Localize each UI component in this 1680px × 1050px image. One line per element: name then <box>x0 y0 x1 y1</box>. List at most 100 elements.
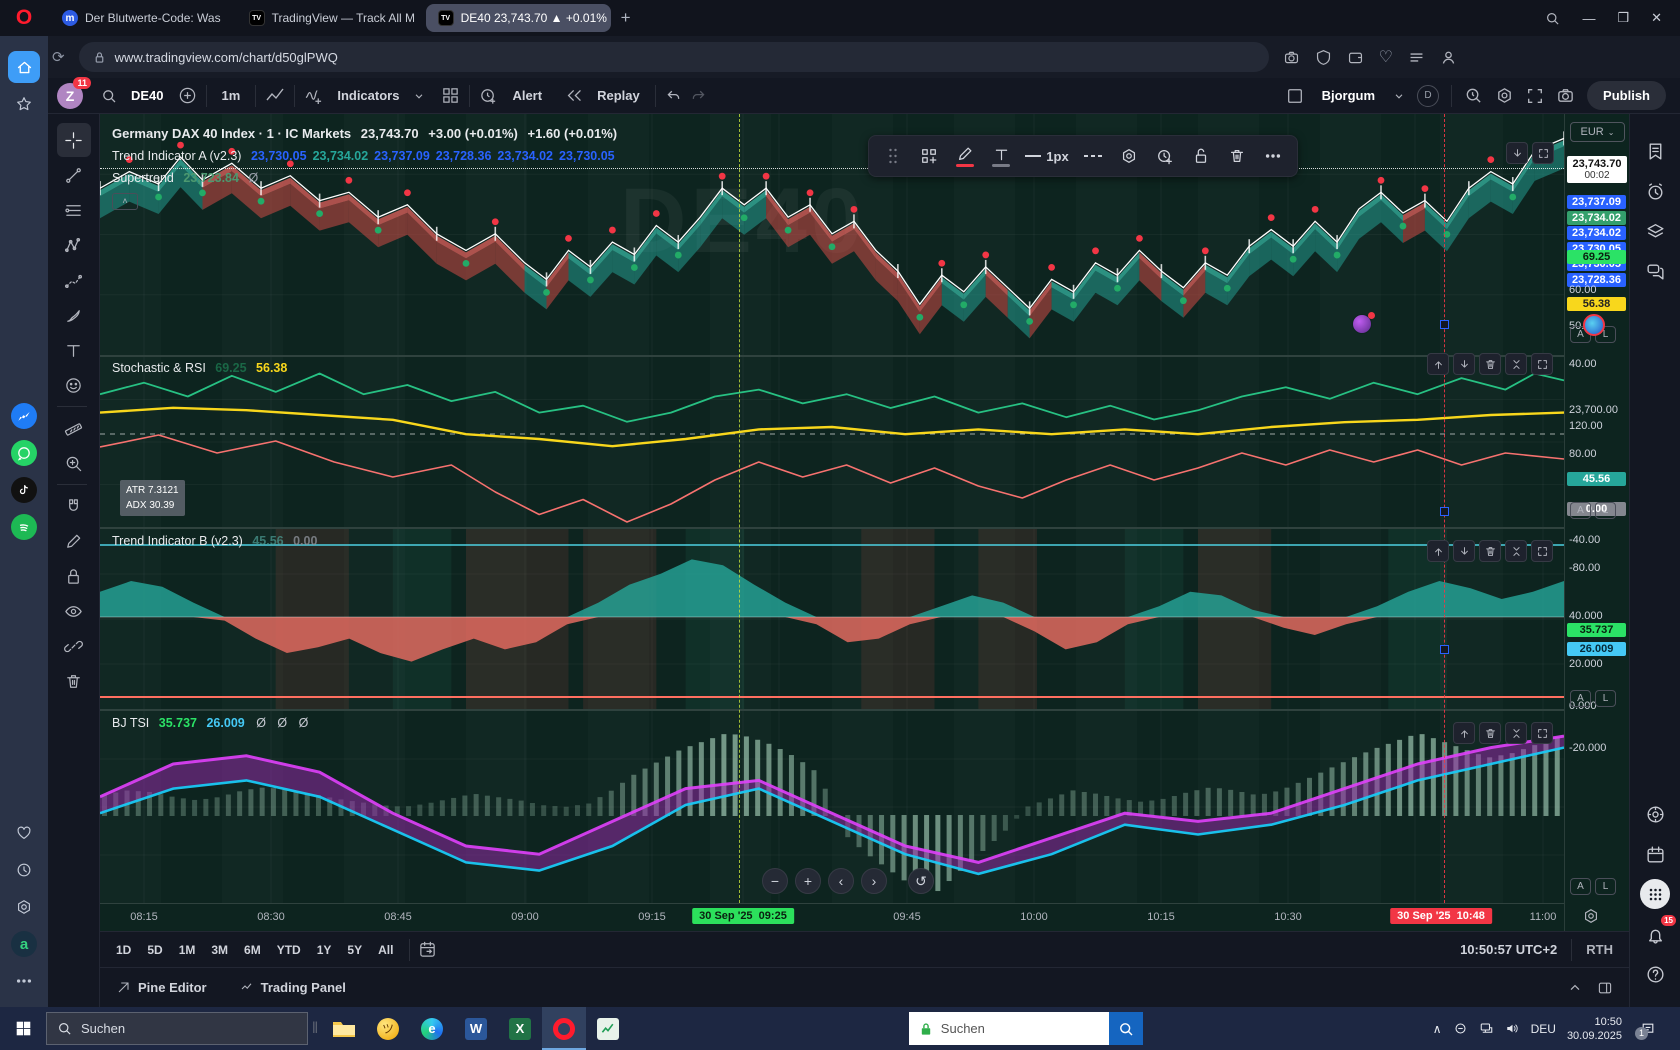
interval-button[interactable]: 1m <box>216 84 247 107</box>
pane-max-button[interactable] <box>1531 722 1553 744</box>
layout-icon[interactable] <box>1286 87 1304 105</box>
excel-icon[interactable]: X <box>498 1007 542 1050</box>
zoom-out-button[interactable]: − <box>762 868 788 894</box>
panel-layout-icon[interactable] <box>1597 980 1613 996</box>
pencil-color-swatch[interactable] <box>956 164 974 167</box>
chart-area[interactable]: DE40 Germany DAX 40 Index · 1 · IC Marke… <box>100 114 1629 931</box>
replay-button[interactable]: Replay <box>591 84 646 107</box>
url-field[interactable]: www.tradingview.com/chart/d50glPWQ <box>79 42 1269 72</box>
heart-icon[interactable] <box>8 817 40 849</box>
explorer-icon[interactable] <box>322 1007 366 1050</box>
replay-handle[interactable] <box>1440 645 1449 654</box>
indicator-a-legend[interactable]: Trend Indicator A (v2.3) 23,730.0523,734… <box>112 149 615 163</box>
chart-style-icon[interactable] <box>265 86 285 106</box>
pane-down-button[interactable] <box>1453 353 1475 375</box>
text-color-swatch[interactable] <box>992 164 1010 167</box>
symbol-button[interactable]: DE40 <box>125 84 170 107</box>
network-icon[interactable] <box>1479 1021 1494 1036</box>
go-to-date-icon[interactable] <box>418 940 437 959</box>
pane-trash-button[interactable] <box>1479 540 1501 562</box>
tray-expand-icon[interactable]: ∧ <box>1433 1022 1442 1036</box>
profile-icon[interactable] <box>1440 49 1457 66</box>
log-scale-button[interactable]: L <box>1595 690 1616 707</box>
range-5d-button[interactable]: 5D <box>139 939 170 961</box>
pane-up-button[interactable] <box>1427 540 1449 562</box>
tool-text-icon[interactable] <box>57 333 91 367</box>
new-tab-button[interactable]: + <box>621 8 631 28</box>
keyboard-lang[interactable]: DEU <box>1531 1022 1556 1036</box>
plan-badge[interactable]: D <box>1417 85 1439 107</box>
alarm-icon[interactable] <box>1638 174 1672 208</box>
template-add-icon[interactable] <box>913 140 945 172</box>
currency-selector[interactable]: EUR⌄ <box>1570 122 1625 142</box>
spotify-icon[interactable] <box>8 511 40 543</box>
drag-handle-icon[interactable] <box>877 140 909 172</box>
chat-icon[interactable] <box>1638 254 1672 288</box>
tool-crosshair-icon[interactable] <box>57 123 91 157</box>
calendar-icon[interactable] <box>1638 837 1672 871</box>
time-axis-settings-icon[interactable] <box>1582 907 1600 925</box>
opera-menu-icon[interactable]: O <box>0 6 48 30</box>
start-button[interactable] <box>0 1020 46 1037</box>
tab-search-icon[interactable] <box>1545 11 1560 26</box>
panel-expand-icon[interactable] <box>1567 980 1583 996</box>
clock[interactable]: 10:50:57 UTC+2 <box>1460 942 1557 957</box>
legend-collapse-button[interactable]: ˄ <box>112 193 138 210</box>
reload-button[interactable]: ⟳ <box>52 48 65 66</box>
layers-icon[interactable] <box>1638 214 1672 248</box>
help-icon[interactable] <box>1638 957 1672 991</box>
pane-trash-button[interactable] <box>1479 722 1501 744</box>
watchlist-icon[interactable] <box>1638 134 1672 168</box>
browser-tab[interactable]: mDer Blutwerte-Code: Was <box>50 4 233 32</box>
shield-icon[interactable] <box>1315 49 1332 66</box>
emoji-app-icon[interactable]: ツ <box>366 1007 410 1050</box>
settings-icon[interactable] <box>8 891 40 923</box>
minimize-button[interactable]: — <box>1582 11 1595 26</box>
tool-emoji-icon[interactable] <box>57 368 91 402</box>
tool-zoom-icon[interactable] <box>57 446 91 480</box>
range-1d-button[interactable]: 1D <box>108 939 139 961</box>
favorites-heart-icon[interactable]: ♡ <box>1379 47 1393 67</box>
pane-down-button[interactable] <box>1453 540 1475 562</box>
camera-icon[interactable] <box>1556 86 1575 105</box>
auto-scale-button[interactable]: A <box>1570 878 1591 895</box>
symbol-title[interactable]: Germany DAX 40 Index · 1 · IC Markets <box>112 126 351 141</box>
delete-drawing-icon[interactable] <box>1221 140 1253 172</box>
supertrend-legend[interactable]: Supertrend 23,723.84 Ø <box>112 171 258 185</box>
action-center-icon[interactable]: 1 <box>1633 1021 1663 1037</box>
amazon-icon[interactable]: a <box>8 928 40 960</box>
sidebar-bookmarks-icon[interactable] <box>8 88 40 120</box>
chart-plot[interactable]: DE40 Germany DAX 40 Index · 1 · IC Marke… <box>100 114 1564 903</box>
tool-pencil-icon[interactable] <box>57 524 91 558</box>
pane-trash-button[interactable] <box>1479 353 1501 375</box>
browser-tab[interactable]: TVDE40 23,743.70 ▲ +0.01% <box>426 4 611 32</box>
browser-tab[interactable]: TVTradingView — Track All M <box>237 4 422 32</box>
trading-panel-tab[interactable]: Trading Panel <box>223 980 362 995</box>
range-ytd-button[interactable]: YTD <box>269 939 309 961</box>
edge-icon[interactable]: e <box>410 1007 454 1050</box>
volume-icon[interactable] <box>1505 1021 1520 1036</box>
pane-collapse-button[interactable] <box>1505 353 1527 375</box>
tool-forecast-icon[interactable] <box>57 263 91 297</box>
secondary-search-button[interactable] <box>1109 1012 1143 1045</box>
line-style-icon[interactable] <box>1077 140 1109 172</box>
pane-down-button[interactable] <box>1506 142 1528 164</box>
stochastic-legend[interactable]: Stochastic & RSI 69.25 56.38 <box>112 361 287 375</box>
layout-name-button[interactable]: Bjorgum <box>1316 84 1381 107</box>
taskbar-search-input[interactable]: Suchen <box>46 1012 308 1045</box>
alert-button[interactable]: Alert <box>506 84 548 107</box>
scale-widget-icon[interactable] <box>1583 314 1605 336</box>
sidebar-home-icon[interactable] <box>8 51 40 83</box>
auto-scale-button[interactable]: A <box>1570 690 1591 707</box>
tsi-legend[interactable]: BJ TSI 35.737 26.009 Ø Ø Ø <box>112 716 312 730</box>
maximize-button[interactable]: ❒ <box>1617 10 1629 26</box>
tray-clock[interactable]: 10:50 30.09.2025 <box>1567 1015 1622 1043</box>
more-icon[interactable] <box>8 965 40 997</box>
tool-trash-icon[interactable] <box>57 664 91 698</box>
secondary-search[interactable]: Suchen <box>909 1012 1143 1045</box>
layout-chevron-icon[interactable] <box>1393 90 1405 102</box>
word-icon[interactable]: W <box>454 1007 498 1050</box>
session-type[interactable]: RTH <box>1586 942 1613 957</box>
tool-link-icon[interactable] <box>57 629 91 663</box>
pencil-tool-icon[interactable] <box>949 140 981 172</box>
